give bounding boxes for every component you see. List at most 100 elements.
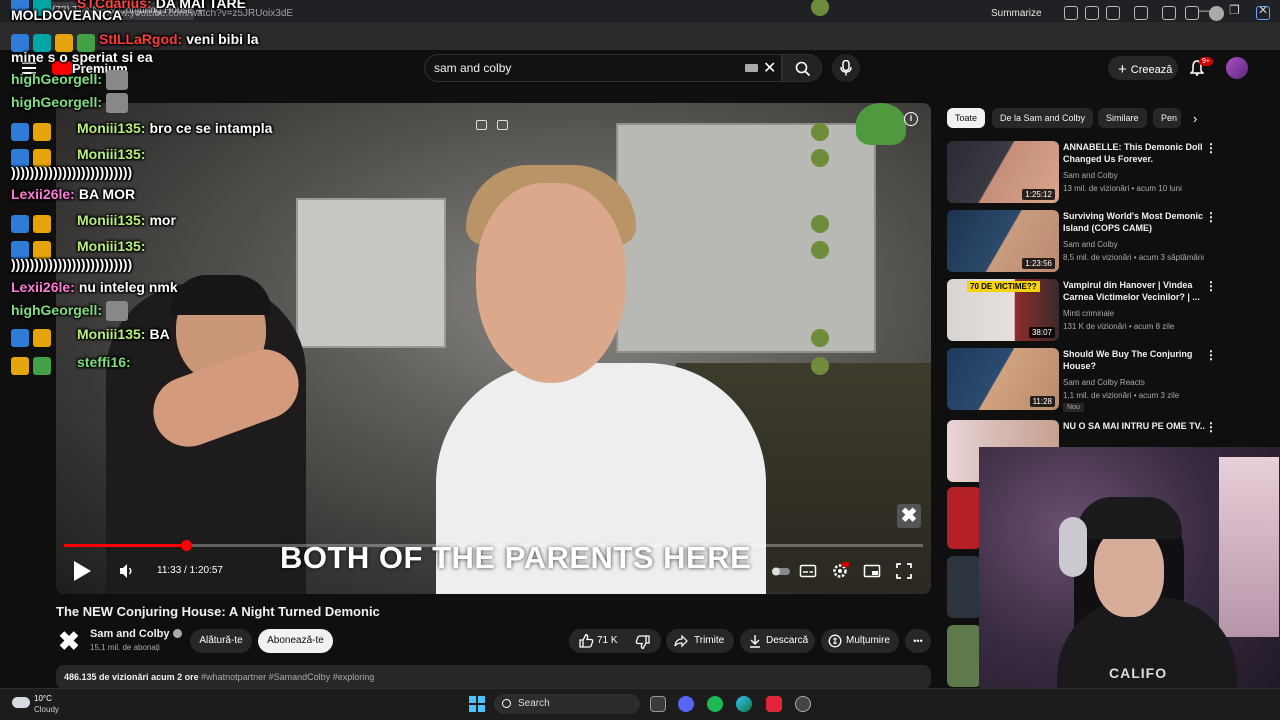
discord-icon[interactable]: [678, 696, 694, 712]
maximize-button[interactable]: ❐: [1229, 3, 1240, 17]
video-title[interactable]: Vampirul din Hanover | Vindea Carnea Vic…: [1063, 279, 1205, 303]
more-options-icon[interactable]: ⋮: [1205, 279, 1217, 293]
channel-name[interactable]: Sam and Colby: [90, 628, 183, 640]
subtitles-icon[interactable]: [799, 562, 817, 580]
recommended-video[interactable]: 11:28 Should We Buy The Conjuring House?…: [947, 348, 1217, 412]
share-icon: [674, 634, 688, 648]
copilot-icon[interactable]: [1256, 6, 1270, 20]
chat-badge-icon: [811, 123, 829, 141]
video-title[interactable]: Should We Buy The Conjuring House?: [1063, 348, 1205, 372]
video-title[interactable]: ANNABELLE: This Demonic Doll Changed Us …: [1063, 141, 1205, 165]
voice-search-button[interactable]: [832, 54, 860, 82]
video-channel[interactable]: Minti criminale: [1063, 309, 1114, 318]
chevron-right-icon[interactable]: ›: [1193, 111, 1197, 126]
recommended-video[interactable]: 1:25:12 ANNABELLE: This Demonic Doll Cha…: [947, 141, 1217, 203]
video-thumbnail[interactable]: [947, 625, 981, 687]
channel-name-text: Sam and Colby: [90, 628, 170, 640]
task-view-icon[interactable]: [650, 696, 666, 712]
weather-temperature[interactable]: 10°C: [34, 694, 52, 703]
favorites-icon[interactable]: [1185, 6, 1199, 20]
spotify-icon[interactable]: [707, 696, 723, 712]
chat-username[interactable]: Moniii135:: [77, 212, 145, 228]
fullscreen-icon[interactable]: [895, 562, 913, 580]
weather-description[interactable]: Cloudy: [34, 705, 59, 714]
video-channel[interactable]: Sam and Colby Reacts: [1063, 378, 1145, 387]
more-options-icon[interactable]: ⋮: [1205, 348, 1217, 362]
more-options-icon[interactable]: ⋮: [1205, 141, 1217, 155]
video-person-left-cap: [171, 275, 271, 315]
like-icon[interactable]: [578, 633, 594, 649]
dislike-icon[interactable]: [635, 634, 651, 650]
account-avatar[interactable]: [1226, 57, 1248, 79]
progress-bar[interactable]: [64, 544, 923, 547]
video-channel[interactable]: Sam and Colby: [1063, 171, 1118, 180]
download-button[interactable]: Descarcă: [740, 629, 815, 653]
chat-username[interactable]: Moniii135:: [77, 146, 145, 162]
video-title[interactable]: Surviving World's Most Demonic Island (C…: [1063, 210, 1205, 234]
video-title[interactable]: NU O SA MAI INTRU PE OME TV..: [1063, 420, 1205, 432]
clear-search-icon[interactable]: ✕: [763, 58, 776, 78]
chat-username[interactable]: highGeorgell:: [11, 302, 102, 318]
autoplay-toggle-icon[interactable]: [771, 562, 791, 580]
chat-username[interactable]: Lexii26le:: [11, 186, 75, 202]
thanks-icon: [828, 634, 842, 648]
more-actions-button[interactable]: •••: [905, 629, 931, 653]
create-button[interactable]: + Creează: [1108, 56, 1178, 80]
overlay-edit-icon[interactable]: [497, 120, 508, 130]
chat-message: Moniii135:: [77, 238, 149, 254]
edge-icon[interactable]: [736, 696, 752, 712]
hashtags[interactable]: #whatnotpartner #SamandColby #exploring: [201, 672, 374, 682]
chat-username[interactable]: StILLaRgod:: [99, 31, 182, 47]
video-thumbnail[interactable]: 1:23:56: [947, 210, 1059, 272]
video-thumbnail[interactable]: [947, 487, 981, 549]
extensions-icon[interactable]: [1134, 6, 1148, 20]
cloudy-weather-icon[interactable]: [12, 697, 30, 708]
chip-from-channel[interactable]: De la Sam and Colby: [992, 108, 1094, 128]
chat-username[interactable]: Moniii135:: [77, 326, 145, 342]
share-button[interactable]: Trimite: [666, 629, 734, 653]
recommended-video[interactable]: 70 DE VICTIME?? 38:07 Vampirul din Hanov…: [947, 279, 1217, 341]
settings-gear-icon[interactable]: [831, 562, 849, 580]
summarize-button[interactable]: Summarize: [991, 8, 1042, 19]
windows-start-icon[interactable]: [469, 696, 485, 712]
keyboard-icon[interactable]: [745, 64, 758, 72]
chat-username[interactable]: steffi16:: [77, 354, 131, 370]
join-button[interactable]: Alătură-te: [190, 629, 252, 653]
video-thumbnail[interactable]: 70 DE VICTIME?? 38:07: [947, 279, 1059, 341]
video-player[interactable]: i ✖ BOTH OF THE PARENTS HERE 11:33 / 1:2…: [56, 103, 931, 594]
channel-logo-icon[interactable]: ✖: [56, 628, 82, 654]
video-thumbnail[interactable]: 1:25:12: [947, 141, 1059, 203]
taskbar-search[interactable]: Search: [494, 694, 640, 714]
chat-username[interactable]: Lexii26le:: [11, 279, 75, 295]
chat-username[interactable]: Moniii135:: [77, 120, 145, 136]
thanks-button[interactable]: Mulțumire: [821, 629, 899, 653]
subscribe-button[interactable]: Abonează-te: [258, 629, 333, 653]
chat-username[interactable]: highGeorgell:: [11, 71, 102, 87]
play-icon[interactable]: [74, 561, 91, 581]
video-channel[interactable]: Sam and Colby: [1063, 240, 1118, 249]
chip-more[interactable]: Pen: [1153, 108, 1181, 128]
streaming-app-icon[interactable]: [766, 696, 782, 712]
overlay-close-icon[interactable]: ✖: [897, 504, 921, 528]
reading-view-icon[interactable]: [1064, 6, 1078, 20]
chip-all[interactable]: Toate: [947, 108, 986, 128]
browser-essentials-icon[interactable]: [1162, 6, 1176, 20]
recommended-video[interactable]: 1:23:56 Surviving World's Most Demonic I…: [947, 210, 1217, 272]
video-time: 11:33 / 1:20:57: [157, 565, 223, 576]
obs-icon[interactable]: [795, 696, 811, 712]
info-icon[interactable]: i: [904, 112, 918, 126]
chat-username[interactable]: highGeorgell:: [11, 94, 102, 110]
browser-profile-avatar[interactable]: [1209, 6, 1224, 21]
video-thumbnail[interactable]: [947, 556, 981, 618]
volume-icon[interactable]: [118, 562, 136, 580]
favorite-star-icon[interactable]: [1106, 6, 1120, 20]
more-options-icon[interactable]: ⋮: [1205, 210, 1217, 224]
chat-username[interactable]: Moniii135:: [77, 238, 145, 254]
translate-icon[interactable]: [1085, 6, 1099, 20]
video-thumbnail[interactable]: 11:28: [947, 348, 1059, 410]
search-button[interactable]: [782, 54, 822, 82]
chip-related[interactable]: Similare: [1098, 108, 1147, 128]
overlay-pip-icon[interactable]: [476, 120, 487, 130]
more-options-icon[interactable]: ⋮: [1205, 420, 1217, 434]
miniplayer-icon[interactable]: [863, 562, 881, 580]
